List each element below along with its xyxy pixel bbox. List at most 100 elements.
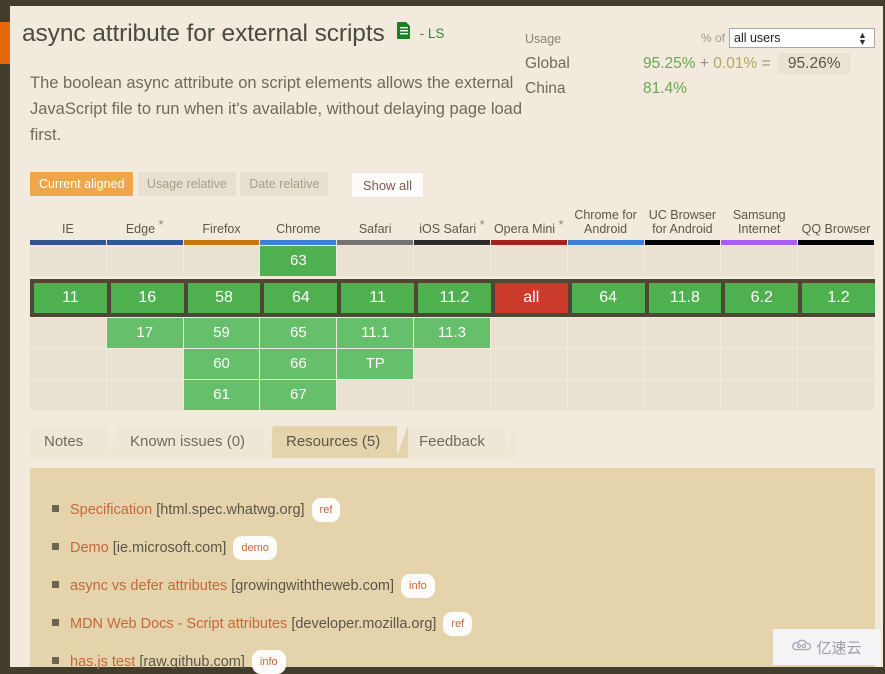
version-cell[interactable]: 17 xyxy=(106,318,183,348)
version-cell-empty xyxy=(567,246,644,276)
spec-status-label: - LS xyxy=(419,26,445,41)
usage-scope-select[interactable]: all users ▲ ▼ xyxy=(729,28,875,48)
browser-column-header[interactable]: IE xyxy=(30,208,106,240)
usage-partial-global: 0.01% xyxy=(713,55,758,72)
usage-values-global: 95.25% + 0.01% = 95.26% xyxy=(643,51,851,76)
resource-link[interactable]: MDN Web Docs - Script attributes xyxy=(70,616,287,632)
version-row: 61 67 xyxy=(30,380,875,410)
browser-name: Samsung xyxy=(732,208,786,222)
version-cell-empty xyxy=(567,380,644,410)
version-cell-empty xyxy=(106,349,183,379)
current-version-cell[interactable]: 64 xyxy=(571,283,645,313)
resources-panel: Specification [html.spec.whatwg.org] ref D… xyxy=(30,468,875,674)
resource-badge[interactable]: info xyxy=(401,574,435,598)
resource-badge[interactable]: ref xyxy=(311,498,341,522)
tab-feedback[interactable]: Feedback xyxy=(405,426,516,458)
browser-column-header[interactable]: Opera Mini * xyxy=(491,208,567,240)
current-version-cell[interactable]: 1.2 xyxy=(802,283,875,313)
browser-column-header[interactable]: Edge * xyxy=(107,208,183,240)
version-cell[interactable]: 67 xyxy=(260,380,337,410)
browser-brand-bars xyxy=(30,240,875,245)
segment-date-relative[interactable]: Date relative xyxy=(240,172,329,196)
version-cell-empty xyxy=(490,318,567,348)
page-title: async attribute for external scripts xyxy=(22,20,385,47)
browser-name: Chrome xyxy=(276,222,321,236)
version-cell-empty xyxy=(798,246,874,276)
tab-label: Known issues (0) xyxy=(130,433,246,450)
browser-name: Opera Mini * xyxy=(493,217,564,237)
usage-region-global: Global xyxy=(525,55,570,72)
current-version-cell[interactable]: 64 xyxy=(264,283,338,313)
version-cell-empty xyxy=(337,380,414,410)
version-cell-empty xyxy=(30,318,106,348)
current-version-cell[interactable]: 11.2 xyxy=(418,283,491,313)
resource-link[interactable]: Specification xyxy=(70,502,152,518)
current-version-cell[interactable]: all xyxy=(494,283,568,313)
version-cell-empty xyxy=(567,349,644,379)
browser-column-header[interactable]: Safari xyxy=(337,208,413,240)
browser-column-header[interactable]: QQ Browser xyxy=(798,208,874,240)
version-cell[interactable]: 65 xyxy=(260,318,337,348)
browser-name-line2: for Android xyxy=(652,222,713,236)
version-cell-empty xyxy=(490,246,567,276)
current-version-cell[interactable]: 58 xyxy=(187,283,261,313)
browser-brand-bar xyxy=(30,240,106,245)
browser-name: iOS Safari * xyxy=(419,217,485,237)
resource-link[interactable]: Demo xyxy=(70,540,109,556)
resource-badge[interactable]: ref xyxy=(443,612,473,636)
segment-usage-relative[interactable]: Usage relative xyxy=(137,172,236,196)
browser-name: Firefox xyxy=(202,222,241,236)
version-row: 17 59 65 11.1 11.3 xyxy=(30,318,875,348)
browser-brand-bar xyxy=(337,240,414,245)
resource-badge[interactable]: info xyxy=(251,650,286,674)
usage-row-global: Global 95.25% + 0.01% = 95.26% xyxy=(525,51,877,76)
version-cell-empty xyxy=(414,349,490,379)
browser-column-header[interactable]: Chrome xyxy=(260,208,336,240)
version-cell[interactable]: 61 xyxy=(183,380,260,410)
version-cell-empty xyxy=(30,380,106,410)
current-version-cell[interactable]: 6.2 xyxy=(725,283,799,313)
current-version-cell[interactable]: 11 xyxy=(34,283,107,313)
version-cell[interactable]: 11.1 xyxy=(337,318,414,348)
resource-badge[interactable]: demo xyxy=(233,536,277,560)
watermark: 亿速云 xyxy=(773,629,881,665)
segment-current-aligned[interactable]: Current aligned xyxy=(30,172,134,196)
browser-column-header[interactable]: Chrome for Android xyxy=(568,208,644,240)
tab-known-issues-0[interactable]: Known issues (0) xyxy=(116,426,275,458)
tab-notes[interactable]: Notes xyxy=(30,426,119,458)
version-cell[interactable]: 63 xyxy=(260,246,337,276)
tab-resources-5[interactable]: Resources (5) xyxy=(272,426,408,458)
version-cell[interactable]: 66 xyxy=(260,349,337,379)
resource-item: Demo [ie.microsoft.com] demo xyxy=(52,536,875,560)
resource-link[interactable]: async vs defer attributes xyxy=(70,578,227,594)
version-cell-empty xyxy=(798,380,874,410)
browser-column-header[interactable]: Samsung Internet xyxy=(721,208,797,240)
version-cell[interactable]: 11.3 xyxy=(414,318,490,348)
browser-brand-bar xyxy=(644,240,721,245)
cloud-icon xyxy=(792,638,812,656)
version-cell[interactable]: TP xyxy=(337,349,414,379)
resource-item: Specification [html.spec.whatwg.org] ref xyxy=(52,498,875,522)
usage-panel: Usage % of all users ▲ ▼ Global 95.25% + … xyxy=(525,26,877,101)
browser-column-header[interactable]: Firefox xyxy=(184,208,260,240)
feature-accent-bar xyxy=(0,22,10,64)
browser-column-header[interactable]: UC Browser for Android xyxy=(645,208,721,240)
version-cell-empty xyxy=(798,318,874,348)
version-cell-empty xyxy=(490,380,567,410)
current-version-cell[interactable]: 11 xyxy=(341,283,415,313)
past-version-rows: 63 xyxy=(30,246,875,276)
current-version-cell[interactable]: 16 xyxy=(110,283,184,313)
version-cell-empty xyxy=(106,380,183,410)
show-all-button[interactable]: Show all xyxy=(350,172,425,198)
resource-link[interactable]: has.js test xyxy=(70,654,135,670)
version-cell[interactable]: 60 xyxy=(183,349,260,379)
current-version-cell[interactable]: 11.8 xyxy=(648,283,722,313)
browser-column-header[interactable]: iOS Safari * xyxy=(414,208,490,240)
footnote-asterisk-icon: * xyxy=(158,217,164,232)
version-cell-empty xyxy=(644,380,721,410)
resource-item: MDN Web Docs - Script attributes [develo… xyxy=(52,612,875,636)
resource-item: has.js test [raw.github.com] info xyxy=(52,650,875,674)
version-cell[interactable]: 59 xyxy=(183,318,260,348)
version-cell-empty xyxy=(414,246,490,276)
browser-name: UC Browser xyxy=(648,208,717,222)
